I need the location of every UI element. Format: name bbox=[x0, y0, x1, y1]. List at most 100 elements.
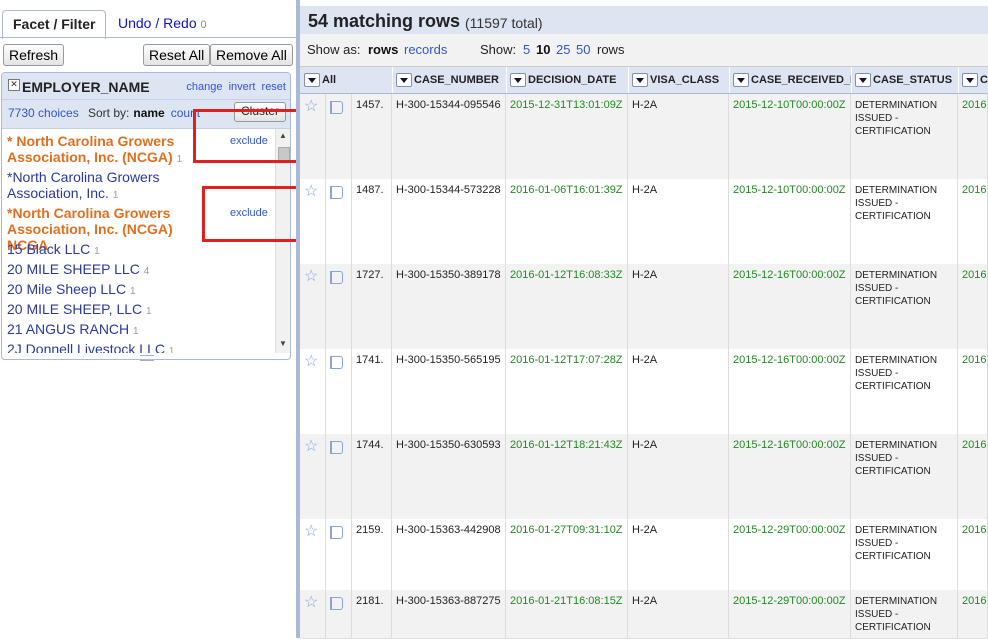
table-cell-received: 2015-12-16T00:00:00Z bbox=[729, 349, 851, 434]
flag-icon[interactable] bbox=[330, 186, 343, 199]
tab-divider bbox=[0, 37, 296, 38]
star-cell: ☆ bbox=[300, 434, 326, 519]
flag-icon[interactable] bbox=[330, 526, 343, 539]
facet-choice-label: * North Carolina Growers Association, In… bbox=[7, 133, 175, 165]
close-icon[interactable]: ✕ bbox=[8, 79, 20, 91]
column-label: CASE_NUMBER bbox=[414, 74, 499, 86]
column-header-decision-date[interactable]: DECISION_DATE bbox=[506, 67, 629, 93]
reset-all-button[interactable]: Reset All bbox=[143, 44, 211, 66]
facet-choice-count: 1 bbox=[176, 154, 183, 165]
tab-undo-redo[interactable]: Undo / Redo 0 bbox=[108, 10, 217, 38]
page-size-25[interactable]: 25 bbox=[556, 42, 570, 57]
facet-change-link[interactable]: change bbox=[186, 81, 222, 93]
tab-facet-filter[interactable]: Facet / Filter bbox=[2, 10, 107, 39]
table-row: ☆ 2159. H-300-15363-442908 2016-01-27T09:31… bbox=[300, 519, 988, 591]
star-icon[interactable]: ☆ bbox=[304, 353, 318, 370]
chevron-down-icon[interactable] bbox=[304, 73, 320, 87]
flag-icon[interactable] bbox=[330, 597, 343, 610]
table-cell-visa: H-2A bbox=[628, 434, 729, 519]
flag-cell bbox=[326, 434, 352, 519]
show-label: Show: bbox=[480, 42, 517, 57]
facet-choice-label: 21 ANGUS RANCH bbox=[7, 321, 130, 337]
star-icon[interactable]: ☆ bbox=[304, 98, 318, 115]
table-cell-received: 2015-12-16T00:00:00Z bbox=[729, 264, 851, 349]
table-cell-visa: H-2A bbox=[628, 179, 729, 264]
chevron-down-icon[interactable] bbox=[733, 73, 749, 87]
column-label: VISA_CLASS bbox=[650, 74, 720, 86]
column-label: All bbox=[322, 74, 337, 86]
scroll-down-icon[interactable]: ▼ bbox=[279, 339, 287, 348]
chevron-down-icon[interactable] bbox=[855, 73, 871, 87]
table-cell-next: 2016 bbox=[958, 94, 988, 179]
star-icon[interactable]: ☆ bbox=[304, 594, 318, 611]
page-size-5[interactable]: 5 bbox=[523, 42, 530, 57]
table-cell-decision: 2016-01-06T16:01:39Z bbox=[506, 179, 628, 264]
table-cell-idx: 1487. bbox=[352, 179, 392, 264]
star-icon[interactable]: ☆ bbox=[304, 438, 318, 455]
show-as-records[interactable]: records bbox=[404, 42, 447, 57]
remove-all-button[interactable]: Remove All bbox=[210, 44, 293, 66]
facet-choice-count: 1 bbox=[146, 306, 152, 317]
facet-choice-label: 20 MILE SHEEP LLC bbox=[7, 261, 140, 277]
flag-icon[interactable] bbox=[330, 271, 343, 284]
column-header-case-number[interactable]: CASE_NUMBER bbox=[392, 67, 507, 93]
star-icon[interactable]: ☆ bbox=[304, 183, 318, 200]
show-as-rows[interactable]: rows bbox=[368, 42, 398, 57]
table-cell-status: DETERMINATION ISSUED - CERTIFICATION bbox=[851, 590, 958, 638]
facet-choice[interactable]: 2J Donnell Livestock LLC 1 bbox=[7, 341, 207, 353]
tab-facet-filter-label: Facet / Filter bbox=[13, 16, 96, 32]
facet-choice[interactable]: 20 MILE SHEEP, LLC 1 bbox=[7, 301, 207, 320]
facet-choice[interactable]: *North Carolina Growers Association, Inc… bbox=[7, 169, 207, 204]
column-header-next[interactable]: C bbox=[958, 67, 988, 93]
facet-choice-label: 15 Black LLC bbox=[7, 241, 91, 257]
table-cell-next: 2016 bbox=[958, 434, 988, 519]
view-options-bar: Show as: rows records Show: 5 10 25 50 r… bbox=[300, 34, 988, 67]
facet-choice[interactable]: * North Carolina Growers Association, In… bbox=[7, 133, 207, 168]
table-cell-received: 2015-12-16T00:00:00Z bbox=[729, 434, 851, 519]
table-cell-next: 2016 bbox=[958, 264, 988, 349]
facet-reset-link[interactable]: reset bbox=[262, 81, 286, 93]
facet-choice-count: 4 bbox=[143, 266, 150, 277]
flag-icon[interactable] bbox=[330, 356, 343, 369]
chevron-down-icon[interactable] bbox=[510, 73, 526, 87]
facet-invert-link[interactable]: invert bbox=[229, 81, 256, 93]
table-cell-visa: H-2A bbox=[628, 590, 729, 638]
facet-choice-label: 20 Mile Sheep LLC bbox=[7, 281, 127, 297]
column-label: CASE_STATUS bbox=[873, 74, 953, 86]
facet-choice[interactable]: 21 ANGUS RANCH 1 bbox=[7, 321, 207, 340]
page-size-10[interactable]: 10 bbox=[536, 42, 550, 57]
facet-choice[interactable]: 20 Mile Sheep LLC 1 bbox=[7, 281, 207, 300]
star-icon[interactable]: ☆ bbox=[304, 523, 318, 540]
chevron-down-icon[interactable] bbox=[396, 73, 412, 87]
facet-header: ✕ EMPLOYER_NAME change invert reset bbox=[2, 73, 290, 99]
column-header-visa-class[interactable]: VISA_CLASS bbox=[628, 67, 730, 93]
facet-choice[interactable]: 20 MILE SHEEP LLC 4 bbox=[7, 261, 207, 280]
table-cell-visa: H-2A bbox=[628, 264, 729, 349]
facet-choice-label: 2J Donnell Livestock LLC bbox=[7, 341, 165, 353]
table-cell-decision: 2016-01-21T16:08:15Z bbox=[506, 590, 628, 638]
table-cell-status: DETERMINATION ISSUED - CERTIFICATION bbox=[851, 349, 958, 434]
table-row: ☆ 1457. H-300-15344-095546 2015-12-31T13:01… bbox=[300, 94, 988, 180]
flag-icon[interactable] bbox=[330, 441, 343, 454]
table-row: ☆ 1741. H-300-15350-565195 2016-01-12T17:07… bbox=[300, 349, 988, 435]
highlight-box bbox=[202, 186, 307, 242]
table-cell-status: DETERMINATION ISSUED - CERTIFICATION bbox=[851, 434, 958, 519]
chevron-down-icon[interactable] bbox=[962, 73, 978, 87]
total-rows: (11597 total) bbox=[465, 15, 543, 31]
flag-icon[interactable] bbox=[330, 101, 343, 114]
choices-count[interactable]: 7730 choices bbox=[8, 106, 79, 120]
rows-suffix: rows bbox=[597, 42, 625, 57]
facet-choice-count: 1 bbox=[133, 326, 139, 337]
column-header-all[interactable]: All bbox=[300, 67, 393, 93]
star-icon[interactable]: ☆ bbox=[304, 268, 318, 285]
column-header-case-status[interactable]: CASE_STATUS bbox=[851, 67, 959, 93]
refresh-button[interactable]: Refresh bbox=[3, 44, 65, 66]
page-size-50[interactable]: 50 bbox=[576, 42, 590, 57]
facet-choice[interactable]: 15 Black LLC 1 bbox=[7, 241, 207, 260]
star-cell: ☆ bbox=[300, 94, 326, 179]
table-row: ☆ 1727. H-300-15350-389178 2016-01-12T16:08… bbox=[300, 264, 988, 350]
resize-grip[interactable] bbox=[140, 355, 154, 361]
column-header-case-received[interactable]: CASE_RECEIVED_D bbox=[729, 67, 852, 93]
sort-by-name[interactable]: name bbox=[133, 106, 164, 120]
chevron-down-icon[interactable] bbox=[632, 73, 648, 87]
